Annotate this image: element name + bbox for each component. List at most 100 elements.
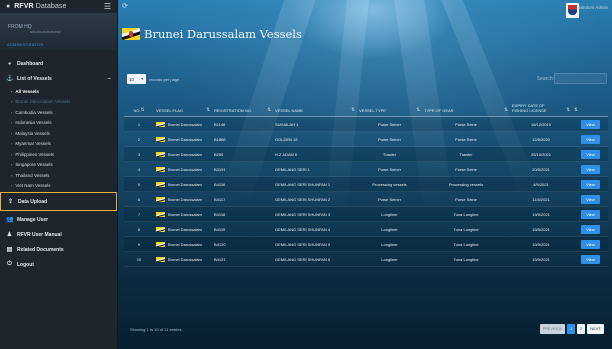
sidebar-subitem-indonesia[interactable]: › Indonesia Vessels xyxy=(0,118,117,129)
cell-gear: Purse Seine xyxy=(422,122,510,127)
brunei-flag-icon xyxy=(156,241,165,247)
cell-gear-text: Purse Seine xyxy=(455,121,477,127)
view-button[interactable]: View xyxy=(581,239,600,249)
pagination-previous[interactable]: PREVIOUS xyxy=(540,324,565,334)
col-header-reg[interactable]: REGISTRATION NO. ⇅ xyxy=(212,107,273,113)
col-header-no[interactable]: NO. ⇅ xyxy=(124,107,154,113)
table-row: 10 Brunei Darussalam B4121 GEMILANG SERI SH… xyxy=(124,252,608,267)
sidebar-subitem-myanmar[interactable]: › Myanmar Vessels xyxy=(0,139,117,150)
cell-expiry: 16/12/2019 xyxy=(510,122,572,127)
pagination-page-2[interactable]: 2 xyxy=(577,324,585,334)
sidebar-subitem-singapore[interactable]: › Singapore Vessels xyxy=(0,160,117,171)
cell-type-text: Purse Seiner xyxy=(377,121,402,127)
cell-gear-text: Purse Seine xyxy=(455,136,477,142)
cell-flag-text: Brunei Darussalam xyxy=(168,181,203,187)
cell-expiry: 12/6/2020 xyxy=(510,137,572,142)
cell-reg: B4119 xyxy=(212,227,273,232)
sidebar-item-data-upload[interactable]: ⇪ Data Upload xyxy=(0,192,117,211)
user-panel: FROM HQ sdsdlsdsdsdsdsd ADMINISTRATOR xyxy=(0,13,117,50)
search-input[interactable] xyxy=(554,73,607,84)
refresh-icon[interactable]: ⟳ xyxy=(122,2,128,10)
brand-name[interactable]: RFVR Database xyxy=(14,3,66,10)
cell-expiry-text: 11/8/2021 xyxy=(532,196,550,202)
sidebar-subitem-cambodia[interactable]: › Cambodia Vessels xyxy=(0,107,117,118)
sidebar-item-logout[interactable]: ⏻ Logout xyxy=(0,257,117,272)
cell-reg: B1148 xyxy=(212,122,273,127)
sidebar-subitem-all-vessels[interactable]: › All Vessels xyxy=(0,86,117,97)
view-button[interactable]: View xyxy=(581,149,600,159)
page-size-select[interactable]: 10 ▼ xyxy=(127,74,146,84)
sidebar-subitem-malaysia[interactable]: › Malaysia Vessels xyxy=(0,128,117,139)
chevron-right-icon: › xyxy=(11,151,13,157)
menu-toggle-icon[interactable]: ☰ xyxy=(104,2,111,11)
view-button[interactable]: View xyxy=(581,209,600,219)
top-username[interactable]: Random Admin xyxy=(577,5,608,10)
collapse-icon[interactable]: – xyxy=(108,76,111,82)
view-button[interactable]: View xyxy=(581,134,600,144)
cell-type: Purse Seiner xyxy=(357,137,422,142)
sidebar: ● RFVR Database ☰ FROM HQ sdsdlsdsdsdsds… xyxy=(0,0,118,349)
cell-expiry-text: 12/6/2020 xyxy=(532,136,550,142)
cell-flag-text: Brunei Darussalam xyxy=(168,166,203,172)
view-button[interactable]: View xyxy=(581,254,600,264)
col-header-flag[interactable]: VESSEL FLAG ⇅ xyxy=(154,107,212,113)
cell-name-text: GEMILANG SERI SHUNFAN 3 xyxy=(275,211,331,217)
sidebar-subitem-thailand[interactable]: › Thailand Vessels xyxy=(0,170,117,181)
sort-icon: ⇅ xyxy=(574,107,578,112)
cell-gear-text: Trawler xyxy=(459,151,473,157)
sidebar-item-user-manual[interactable]: ♟ RFVR User Manual xyxy=(0,227,117,242)
col-header-name[interactable]: VESSEL NAME ⇅ xyxy=(273,107,357,113)
page-title: Brunei Darussalam Vessels xyxy=(144,27,302,41)
view-button[interactable]: View xyxy=(581,179,600,189)
sidebar-item-list-of-vessels[interactable]: ⚓ List of Vessels – xyxy=(0,71,117,86)
table-body: 1 Brunei Darussalam B1148 SUHAILAH 1 Purse S… xyxy=(124,117,608,267)
sidebar-subitem-vietnam[interactable]: › Viet Nam Vessels xyxy=(0,181,117,192)
col-header-type[interactable]: VESSEL TYPE ⇅ xyxy=(357,107,422,113)
users-icon: 👥 xyxy=(6,217,14,223)
view-button[interactable]: View xyxy=(581,194,600,204)
cell-no: 3 xyxy=(124,152,154,157)
cell-type-text: Longliner xyxy=(381,226,398,232)
cell-name: GEMILANG SERI SHUNFAN 5 xyxy=(273,242,357,247)
col-header-gear[interactable]: TYPE OF GEAR ⇅ xyxy=(422,107,510,113)
cell-flag: Brunei Darussalam xyxy=(154,241,212,247)
cell-gear: Purse Seine xyxy=(422,167,510,172)
chevron-right-icon: › xyxy=(11,162,13,168)
col-header-expiry[interactable]: EXPIRY DATE OF FISHING LICENSE ⇅ xyxy=(510,103,572,113)
table-length-control: 10 ▼ records per page xyxy=(127,74,179,84)
cell-flag: Brunei Darussalam xyxy=(154,211,212,217)
sidebar-item-related-documents[interactable]: ▤ Related Documents xyxy=(0,242,117,257)
cell-no-text: 1 xyxy=(137,121,141,127)
pagination-next[interactable]: NEXT xyxy=(587,324,604,334)
sidebar-item-dashboard[interactable]: ◕ Dashboard xyxy=(0,56,117,71)
cell-reg-text: B255 xyxy=(214,151,224,157)
cell-action: View xyxy=(572,149,602,159)
sidebar-nav: ◕ Dashboard ⚓ List of Vessels – › All Ve… xyxy=(0,50,117,272)
sidebar-item-manage-user[interactable]: 👥 Manage User xyxy=(0,212,117,227)
cell-expiry: 19/5/2021 xyxy=(510,242,572,247)
cell-expiry-text: 19/5/2021 xyxy=(532,226,550,232)
cell-flag: Brunei Darussalam xyxy=(154,196,212,202)
sidebar-subitem-philippines[interactable]: › Philippines Vessels xyxy=(0,149,117,160)
sort-icon: ⇅ xyxy=(267,107,271,112)
view-button[interactable]: View xyxy=(581,224,600,234)
vessels-table: NO. ⇅ VESSEL FLAG ⇅ REGISTRATION NO. ⇅ VESS… xyxy=(124,95,608,267)
cell-expiry: 19/5/2021 xyxy=(510,227,572,232)
sidebar-item-label: Manage User xyxy=(17,216,49,223)
table-row: 2 Brunei Darussalam B1866 GOLDEN 15 Purse Se… xyxy=(124,132,608,147)
cell-type-text: Longliner xyxy=(381,256,398,262)
cell-name-text: GEMILANG SERI SHUNFAN 2 xyxy=(275,196,331,202)
cell-expiry: 25/10/2021 xyxy=(510,152,572,157)
pagination-page-1[interactable]: 1 xyxy=(567,324,575,334)
cell-reg-text: B4120 xyxy=(214,241,226,247)
cell-expiry-text: 25/10/2021 xyxy=(530,151,552,157)
view-button[interactable]: View xyxy=(581,164,600,174)
cell-reg: B1866 xyxy=(212,137,273,142)
sidebar-subitem-brunei[interactable]: › Brunei Darussalam Vessels xyxy=(0,97,117,108)
cell-reg: B4118 xyxy=(212,212,273,217)
cell-gear: Tuna Longline xyxy=(422,212,510,217)
cell-expiry-text: 16/12/2019 xyxy=(530,121,552,127)
cell-name-text: GEMILANG SERI SHUNFAN 1 xyxy=(275,181,331,187)
view-button[interactable]: View xyxy=(581,119,600,129)
cell-type: Purse Seiner xyxy=(357,122,422,127)
